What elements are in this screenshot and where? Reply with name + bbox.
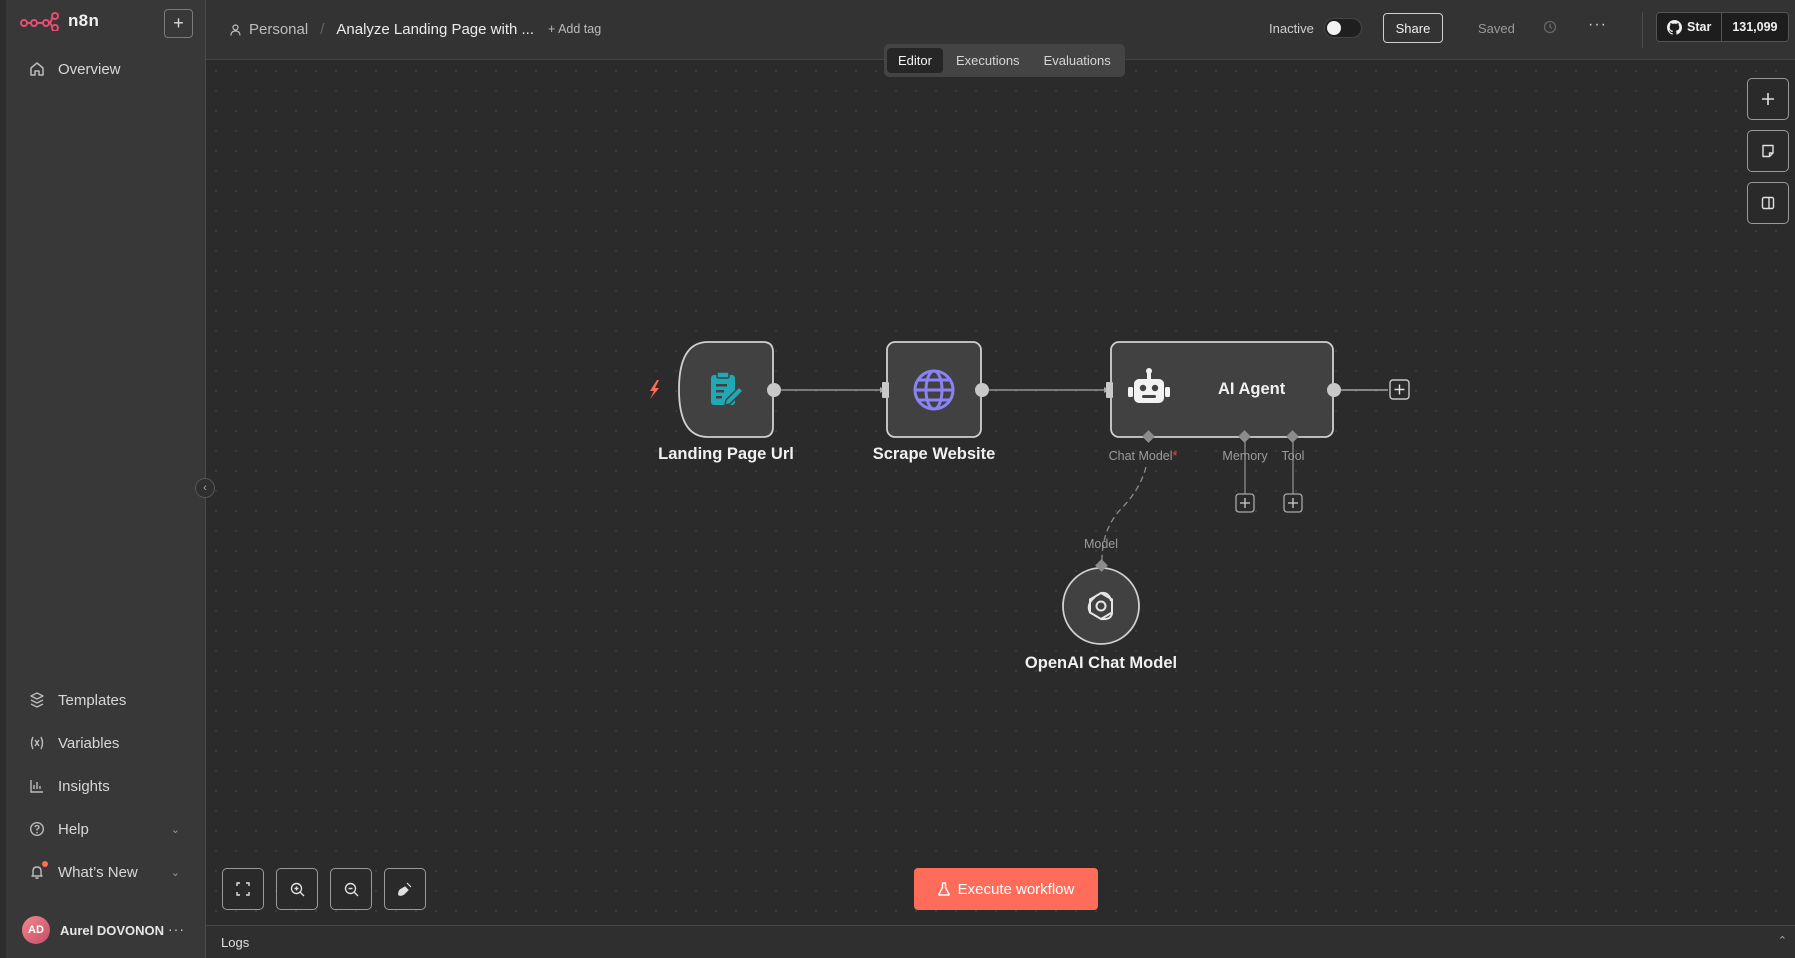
avatar: AD [22,916,50,944]
node-label-scrape: Scrape Website [872,445,996,463]
sidebar-item-label: What’s New [58,863,138,881]
port-label-memory: Memory [1222,449,1268,463]
required-marker: * [1172,449,1178,463]
n8n-logo-icon [20,12,59,31]
port-label-chat-model: Chat Model* [1109,449,1178,463]
add-tag-button[interactable]: + Add tag [548,22,601,36]
canvas-right-tools [1747,78,1789,224]
sidebar-item-overview[interactable]: Overview [28,60,178,78]
github-star[interactable]: Star [1657,13,1722,41]
sidebar-item-variables[interactable]: Variables [28,734,178,752]
zoom-out-icon [344,882,358,896]
execute-workflow-label: Execute workflow [957,880,1075,898]
help-icon [28,820,46,838]
fit-view-icon [236,882,250,896]
sidebar-item-insights[interactable]: Insights [28,777,178,795]
add-node-button[interactable] [1747,78,1789,120]
sidebar-item-label: Insights [58,777,110,795]
sidebar-item-whats-new[interactable]: What’s New ⌄ [28,861,180,881]
chat-model-label: Chat Model [1108,449,1173,463]
broom-icon [398,882,412,896]
port-label-model: Model [1083,537,1119,551]
port-label-tool: Tool [1281,449,1305,463]
flask-icon [937,882,950,896]
sidebar-edge [0,0,6,958]
execute-workflow-button[interactable]: Execute workflow [914,868,1098,910]
github-icon [1667,19,1682,35]
tab-editor[interactable]: Editor [887,48,943,73]
app-name: n8n [68,11,100,30]
logo[interactable]: n8n [20,11,99,31]
user-icon [230,23,241,36]
sidebar-item-help[interactable]: Help ⌄ [28,820,180,838]
note-icon [1762,144,1774,158]
zoom-out-button[interactable] [330,868,372,910]
bell-icon [28,861,48,881]
node-label-agent: AI Agent [1218,380,1286,398]
workflow-canvas[interactable] [206,61,1795,925]
sidebar-item-label: Variables [58,734,120,752]
zoom-in-icon [290,882,304,896]
history-icon[interactable] [1543,20,1557,37]
tab-executions[interactable]: Executions [945,48,1031,73]
chevron-down-icon: ⌄ [170,866,180,879]
canvas-bottom-tools [222,868,426,910]
view-tabs: Editor Executions Evaluations [884,44,1125,77]
node-label-landing: Landing Page Url [658,445,794,463]
notification-dot [42,861,48,867]
divider [1642,12,1643,48]
chart-icon [28,777,46,795]
user-name: Aurel DOVONON [60,922,165,938]
more-options-icon[interactable]: ··· [1588,16,1607,34]
breadcrumb-separator: / [320,21,325,38]
logs-panel[interactable]: Logs ⌃ [206,925,1795,958]
active-status-label: Inactive [1269,21,1314,36]
tab-evaluations[interactable]: Evaluations [1033,48,1122,73]
sidebar-item-templates[interactable]: Templates [28,691,178,709]
user-menu[interactable]: AD Aurel DOVONON [22,916,164,944]
project-link[interactable]: Personal [249,21,308,38]
share-button[interactable]: Share [1383,13,1443,43]
create-button[interactable]: + [164,9,193,38]
toggle-panel-button[interactable] [1747,182,1789,224]
plus-icon [1762,93,1774,105]
tidy-up-button[interactable] [384,868,426,910]
saved-status: Saved [1478,21,1515,36]
variable-icon [28,734,46,752]
collapse-sidebar-button[interactable]: ‹ [195,478,215,498]
panel-icon [1761,196,1775,210]
toggle-knob [1327,21,1341,35]
sidebar-item-label: Overview [58,60,121,78]
fit-view-button[interactable] [222,868,264,910]
chevron-up-icon[interactable]: ⌃ [1778,934,1787,947]
github-star-label: Star [1687,20,1712,34]
sidebar-item-label: Templates [58,691,127,709]
more-icon[interactable]: ··· [168,921,185,937]
sidebar-item-label: Help [58,820,89,838]
github-star-button[interactable]: Star 131,099 [1656,12,1789,42]
box-icon [28,691,46,709]
workflow-title[interactable]: Analyze Landing Page with ... [336,21,534,38]
sidebar: n8n + Overview Templates Variables Insig… [0,0,206,958]
node-label-openai: OpenAI Chat Model [1024,654,1178,672]
logs-label: Logs [221,935,250,950]
chevron-down-icon: ⌄ [170,823,180,836]
breadcrumb: Personal / Analyze Landing Page with ... [230,21,534,38]
sticky-note-button[interactable] [1747,130,1789,172]
github-star-count[interactable]: 131,099 [1721,13,1788,41]
active-toggle[interactable] [1324,18,1362,38]
home-icon [28,60,46,78]
zoom-in-button[interactable] [276,868,318,910]
